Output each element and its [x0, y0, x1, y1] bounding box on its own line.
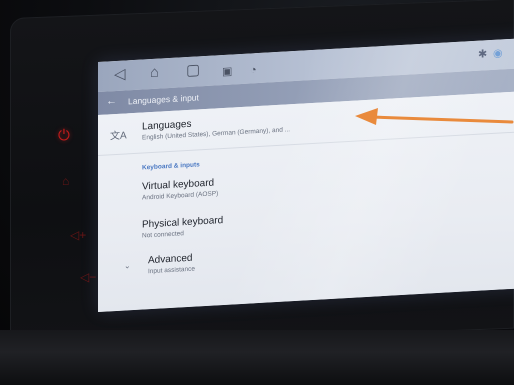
arrow-head	[355, 108, 378, 125]
arrow-shaft	[370, 115, 514, 124]
annotation-arrow	[355, 108, 514, 125]
